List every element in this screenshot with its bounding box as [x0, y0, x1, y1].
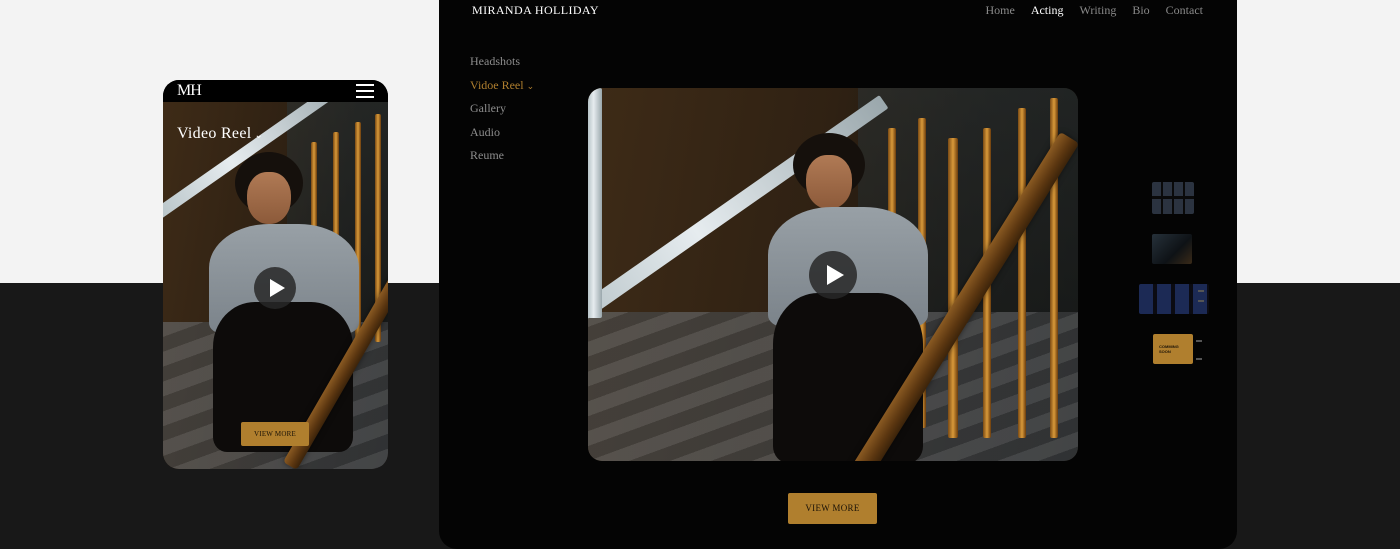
mobile-preview: MH Video Reel ⌄ VIEW MORE	[163, 80, 388, 469]
desktop-preview: MIRANDA HOLLIDAY Home Acting Writing Bio…	[439, 0, 1237, 549]
main-nav: Home Acting Writing Bio Contact	[985, 3, 1203, 18]
thumbnail-headshots[interactable]	[1152, 182, 1194, 214]
site-logo[interactable]: MH	[177, 82, 202, 100]
play-icon[interactable]	[254, 267, 296, 309]
nav-item-contact[interactable]: Contact	[1166, 3, 1203, 18]
chevron-down-icon: ⌄	[526, 80, 535, 91]
section-title-label: Video Reel	[177, 125, 252, 142]
sidebar-item-gallery[interactable]: Gallery	[470, 101, 534, 125]
thumbnail-video-reel[interactable]	[1152, 234, 1192, 264]
site-brand[interactable]: MIRANDA HOLLIDAY	[472, 3, 599, 18]
thumbnail-gallery[interactable]	[1139, 284, 1209, 314]
thumbnail-decoration	[1198, 300, 1204, 302]
hamburger-menu-icon[interactable]	[356, 84, 374, 98]
thumbnail-coming-soon[interactable]: COMMING SOON	[1153, 334, 1193, 364]
view-more-button[interactable]: VIEW MORE	[241, 422, 309, 446]
play-icon[interactable]	[809, 251, 857, 299]
sidebar-item-resume[interactable]: Reume	[470, 148, 534, 172]
view-more-button[interactable]: VIEW MORE	[788, 493, 877, 524]
sidebar-item-headshots[interactable]: Headshots	[470, 54, 534, 78]
thumbnail-decoration	[1196, 340, 1202, 342]
nav-item-home[interactable]: Home	[985, 3, 1014, 18]
thumbnail-decoration	[1196, 358, 1202, 360]
sidebar-item-video-reel[interactable]: Vidoe Reel ⌄	[470, 78, 534, 102]
sidebar-item-audio[interactable]: Audio	[470, 125, 534, 149]
thumbnail-decoration	[1198, 290, 1204, 292]
nav-item-bio[interactable]: Bio	[1132, 3, 1149, 18]
coming-soon-label: COMMING SOON	[1159, 344, 1179, 354]
sidebar-item-label: Vidoe Reel	[470, 77, 524, 92]
chevron-down-icon: ⌄	[254, 130, 264, 141]
nav-item-acting[interactable]: Acting	[1031, 3, 1064, 18]
section-title[interactable]: Video Reel ⌄	[177, 125, 263, 143]
acting-sidebar: Headshots Vidoe Reel ⌄ Gallery Audio Reum…	[470, 54, 534, 172]
mobile-header: MH	[163, 80, 388, 102]
nav-item-writing[interactable]: Writing	[1079, 3, 1116, 18]
